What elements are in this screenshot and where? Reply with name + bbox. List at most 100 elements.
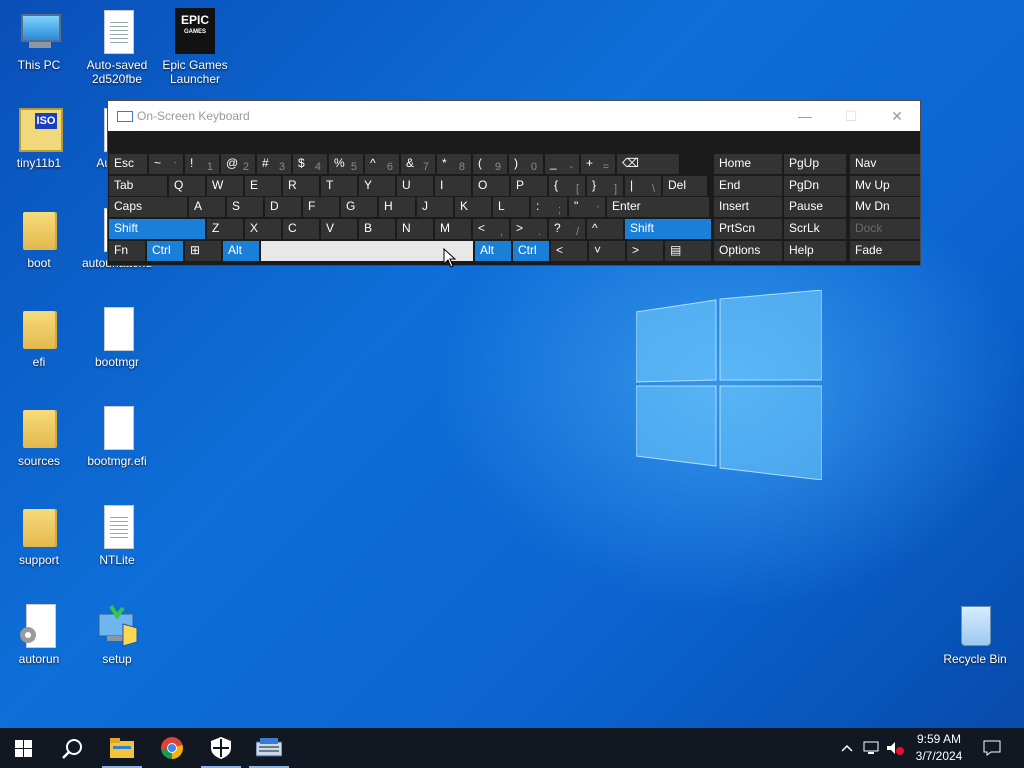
key-r1-12[interactable]: _ - [545, 154, 579, 174]
on-screen-keyboard-window[interactable]: On-Screen Keyboard — ☐ ✕ Esc ~ `! 1 @2 #3 $4% 5… [108, 101, 920, 265]
key-r1-1[interactable]: ~ ` [149, 154, 183, 174]
key-backspace[interactable]: ⌫ [617, 154, 679, 174]
key-f[interactable]: F [303, 197, 339, 217]
key-left-arrow[interactable]: < [551, 241, 587, 261]
key-r1-7[interactable]: ^ 6 [365, 154, 399, 174]
key-options[interactable]: Options [714, 241, 782, 261]
desktop-icon-efi[interactable]: efi [1, 305, 77, 369]
key-end[interactable]: End [714, 176, 782, 196]
key-r1-6[interactable]: % 5 [329, 154, 363, 174]
desktop-icon-autorun[interactable]: autorun [1, 602, 77, 666]
key-c[interactable]: C [283, 219, 319, 239]
key-r1-11[interactable]: ) 0 [509, 154, 543, 174]
key-x[interactable]: X [245, 219, 281, 239]
key-[interactable]: }] [587, 176, 623, 196]
network-tray-button[interactable] [861, 728, 881, 768]
key-q[interactable]: Q [169, 176, 205, 196]
key-r[interactable]: R [283, 176, 319, 196]
key-shift[interactable]: Shift [625, 219, 711, 239]
key-help[interactable]: Help [784, 241, 846, 261]
key-sym8[interactable]: <, [473, 219, 509, 239]
key-i[interactable]: I [435, 176, 471, 196]
show-hidden-icons-button[interactable] [838, 728, 856, 768]
key-r1-4[interactable]: #3 [257, 154, 291, 174]
key-t[interactable]: T [321, 176, 357, 196]
key-right-arrow[interactable]: > [627, 241, 663, 261]
taskbar-file-explorer[interactable] [98, 728, 146, 768]
key-enter[interactable]: Enter [607, 197, 709, 217]
key-g[interactable]: G [341, 197, 377, 217]
desktop-icon-support[interactable]: support [1, 503, 77, 567]
key-alt-right[interactable]: Alt [475, 241, 511, 261]
key-windows[interactable]: ⊞ [185, 241, 221, 261]
key-sym9[interactable]: >. [511, 219, 547, 239]
desktop-icon-ntlite[interactable]: NTLite [79, 503, 155, 567]
key-pgdn[interactable]: PgDn [784, 176, 846, 196]
key-[interactable]: | \ [625, 176, 661, 196]
desktop-icon-bootmgr[interactable]: bootmgr [79, 305, 155, 369]
taskbar-chrome[interactable] [148, 728, 196, 768]
key-e[interactable]: E [245, 176, 281, 196]
key-r1-3[interactable]: @2 [221, 154, 255, 174]
key-space[interactable] [261, 241, 473, 261]
desktop-icon-auto-saved[interactable]: Auto-saved 2d520fbe [79, 8, 155, 86]
close-button[interactable]: ✕ [874, 101, 920, 131]
key-d[interactable]: D [265, 197, 301, 217]
desktop-icon-this-pc[interactable]: This PC [1, 8, 77, 72]
key-r1-9[interactable]: * 8 [437, 154, 471, 174]
key-r1-8[interactable]: & 7 [401, 154, 435, 174]
key-ctrl-left[interactable]: Ctrl [147, 241, 183, 261]
key-esc[interactable]: Esc [109, 154, 147, 174]
key-[interactable]: {[ [549, 176, 585, 196]
maximize-button[interactable]: ☐ [828, 101, 874, 131]
key-mvdn[interactable]: Mv Dn [850, 197, 920, 217]
key-r1-5[interactable]: $4 [293, 154, 327, 174]
key-prtscn[interactable]: PrtScn [714, 219, 782, 239]
key-r1-13[interactable]: + = [581, 154, 615, 174]
key-fade[interactable]: Fade [850, 241, 920, 261]
key-a[interactable]: A [189, 197, 225, 217]
volume-tray-button[interactable] [884, 728, 904, 768]
desktop-icon-setup[interactable]: setup [79, 602, 155, 666]
key-r1-2[interactable]: ! 1 [185, 154, 219, 174]
minimize-button[interactable]: — [782, 101, 828, 131]
key-s[interactable]: S [227, 197, 263, 217]
key-r1-10[interactable]: (9 [473, 154, 507, 174]
key-y[interactable]: Y [359, 176, 395, 196]
key-dock[interactable]: Dock [850, 219, 920, 239]
key-alt-left[interactable]: Alt [223, 241, 259, 261]
key-sym10[interactable]: :; [531, 197, 567, 217]
key-k[interactable]: K [455, 197, 491, 217]
start-button[interactable] [0, 728, 48, 768]
desktop-icon-tiny11b1[interactable]: ISO tiny11b1 [1, 106, 77, 170]
search-button[interactable] [48, 728, 96, 768]
key-u[interactable]: U [397, 176, 433, 196]
key-sym11[interactable]: " ' [569, 197, 605, 217]
desktop-icon-sources[interactable]: sources [1, 404, 77, 468]
key-scrlk[interactable]: ScrLk [784, 219, 846, 239]
clock[interactable]: 9:59 AM 3/7/2024 [904, 731, 974, 765]
key-sym11[interactable]: ^ [587, 219, 623, 239]
key-fn[interactable]: Fn [109, 241, 145, 261]
key-w[interactable]: W [207, 176, 243, 196]
key-b[interactable]: B [359, 219, 395, 239]
desktop-icon-bootmgr-efi[interactable]: bootmgr.efi [79, 404, 155, 468]
key-pause[interactable]: Pause [784, 197, 846, 217]
osk-title-bar[interactable]: On-Screen Keyboard — ☐ ✕ [108, 101, 920, 131]
key-l[interactable]: L [493, 197, 529, 217]
key-ctrl-right[interactable]: Ctrl [513, 241, 549, 261]
key-m[interactable]: M [435, 219, 471, 239]
key-home[interactable]: Home [714, 154, 782, 174]
key-insert[interactable]: Insert [714, 197, 782, 217]
key-j[interactable]: J [417, 197, 453, 217]
key-mvup[interactable]: Mv Up [850, 176, 920, 196]
key-z[interactable]: Z [207, 219, 243, 239]
key-down-arrow[interactable]: ˅ [589, 241, 625, 261]
key-v[interactable]: V [321, 219, 357, 239]
desktop-icon-epic-games[interactable]: EPIC GAMES Epic Games Launcher [157, 8, 233, 86]
taskbar-on-screen-keyboard[interactable] [245, 728, 293, 768]
key-caps[interactable]: Caps [109, 197, 187, 217]
key-pgup[interactable]: PgUp [784, 154, 846, 174]
key-sym10[interactable]: ? / [549, 219, 585, 239]
taskbar-security[interactable] [197, 728, 245, 768]
